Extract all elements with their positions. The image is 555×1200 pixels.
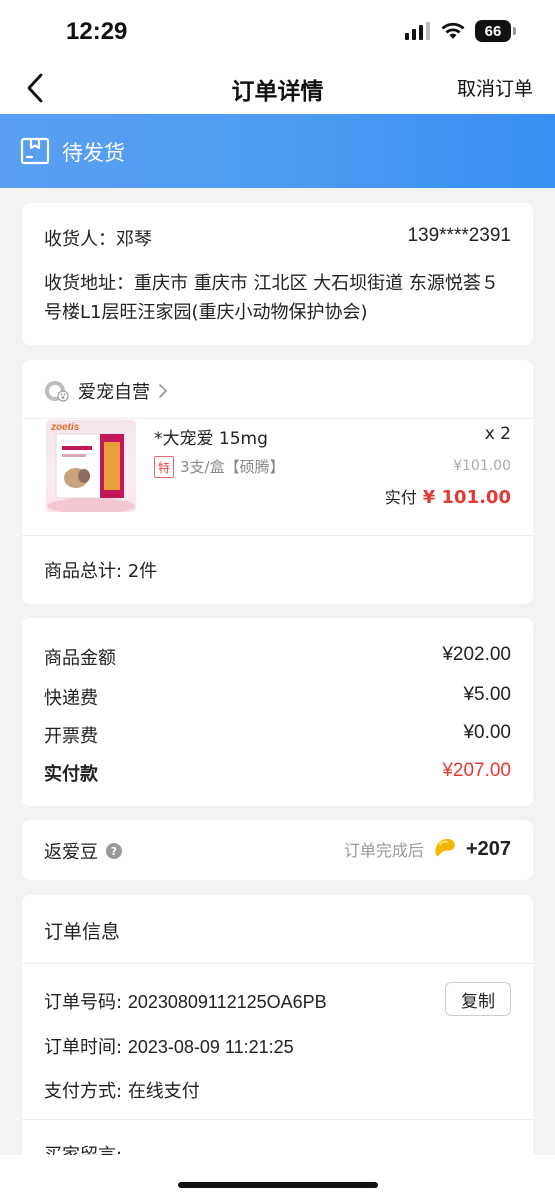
amount-row-goods: 商品金额 ¥202.00 (44, 644, 511, 670)
package-icon (20, 137, 50, 165)
product-paid-label: 实付 (384, 488, 417, 507)
receiver-row: 收货人：邓琴 139****2391 (44, 225, 511, 251)
beans-value-row: 订单完成后 +207 (344, 836, 511, 862)
receiver-name: 邓琴 (116, 229, 152, 250)
battery-icon: 66 (475, 20, 516, 42)
divider (22, 535, 533, 536)
receiver-phone: 139****2391 (407, 225, 511, 246)
amount-label: 开票费 (44, 726, 98, 747)
address-text: 收货地址：重庆市 重庆市 江北区 大石坝街道 东源悦荟５号楼L1层旺汪家园(重庆… (44, 269, 511, 327)
shop-link[interactable]: 爱宠自营 (44, 376, 168, 406)
product-box-illustration (47, 433, 135, 512)
product-image[interactable]: zoetis (46, 420, 136, 512)
product-quantity: x 2 (484, 424, 511, 444)
product-paid-price: ¥ 101.00 (422, 487, 511, 508)
special-tag: 特 (154, 456, 174, 478)
amount-card: 商品金额 ¥202.00 快递费 ¥5.00 开票费 ¥0.00 实付款 ¥20… (22, 618, 533, 806)
payment-method: 在线支付 (127, 1081, 200, 1102)
amount-label: 实付款 (44, 764, 98, 785)
wifi-icon (441, 22, 465, 39)
order-info-card: 订单信息 订单号码: 20230809112125OA6PB 复制 订单时间: … (22, 895, 533, 1175)
amount-label: 商品金额 (44, 648, 116, 669)
receiver-label: 收货人： (44, 229, 116, 250)
product-brand: zoetis (51, 422, 80, 433)
battery-level: 66 (484, 22, 502, 40)
order-number-label: 订单号码: (44, 992, 123, 1013)
amount-paid-value: ¥207.00 (442, 760, 511, 781)
amount-row-paid: 实付款 ¥207.00 (44, 760, 511, 786)
back-button[interactable] (20, 68, 50, 108)
status-icons: 66 (405, 20, 516, 42)
divider (22, 1119, 533, 1120)
shop-logo-icon (45, 381, 69, 402)
order-time-row: 订单时间: 2023-08-09 11:21:25 (44, 1033, 294, 1059)
payment-method-row: 支付方式: 在线支付 (44, 1077, 200, 1103)
address-card: 收货人：邓琴 139****2391 收货地址：重庆市 重庆市 江北区 大石坝街… (22, 203, 533, 345)
beans-label: 返爱豆 (44, 842, 98, 863)
amount-row-invoice: 开票费 ¥0.00 (44, 722, 511, 748)
order-info-title: 订单信息 (44, 921, 121, 943)
signal-icon (405, 22, 430, 40)
order-time-label: 订单时间: (44, 1037, 123, 1058)
home-indicator[interactable] (178, 1182, 378, 1188)
order-status-banner: 待发货 (0, 114, 555, 188)
beans-value: +207 (465, 837, 511, 860)
chevron-right-icon (159, 384, 167, 398)
status-bar: 12:29 66 (0, 0, 555, 62)
beans-card: 返爱豆 ? 订单完成后 +207 (22, 820, 533, 880)
goods-total: 商品总计: 2件 (44, 561, 158, 582)
amount-value: ¥202.00 (442, 644, 511, 665)
product-paid-row: 实付 ¥ 101.00 (385, 484, 511, 508)
order-time: 2023-08-09 11:21:25 (127, 1037, 294, 1057)
payment-method-label: 支付方式: (44, 1081, 123, 1102)
beans-label-row: 返爱豆 ? (44, 838, 122, 864)
chevron-left-icon (27, 73, 43, 103)
product-name[interactable]: *大宠爱 15mg (154, 424, 268, 449)
shop-name: 爱宠自营 (78, 382, 150, 403)
help-icon[interactable]: ? (106, 843, 122, 859)
amount-label: 快递费 (44, 688, 98, 709)
copy-button[interactable]: 复制 (445, 982, 511, 1016)
order-number: 20230809112125OA6PB (127, 992, 327, 1012)
home-bar-area (0, 1155, 555, 1200)
status-time: 12:29 (66, 18, 128, 45)
product-spec: 3支/盒【硕腾】 (180, 458, 285, 476)
navbar: 订单详情 取消订单 (0, 62, 555, 114)
beans-hint: 订单完成后 (343, 841, 424, 860)
divider (22, 963, 533, 964)
goods-card: 爱宠自营 zoetis *大宠爱 15mg x 2 特 3支/盒【硕腾】 ¥10… (22, 360, 533, 604)
divider (22, 418, 533, 419)
order-number-row: 订单号码: 20230809112125OA6PB (44, 988, 327, 1014)
bean-icon (435, 838, 455, 857)
receiver-info: 收货人：邓琴 (44, 225, 152, 251)
amount-value: ¥0.00 (463, 722, 511, 743)
product-original-price: ¥101.00 (453, 458, 511, 474)
amount-value: ¥5.00 (463, 684, 511, 705)
address-label: 收货地址： (44, 273, 134, 294)
cancel-order-button[interactable]: 取消订单 (457, 74, 533, 101)
amount-row-shipping: 快递费 ¥5.00 (44, 684, 511, 710)
order-status-text: 待发货 (62, 141, 125, 165)
